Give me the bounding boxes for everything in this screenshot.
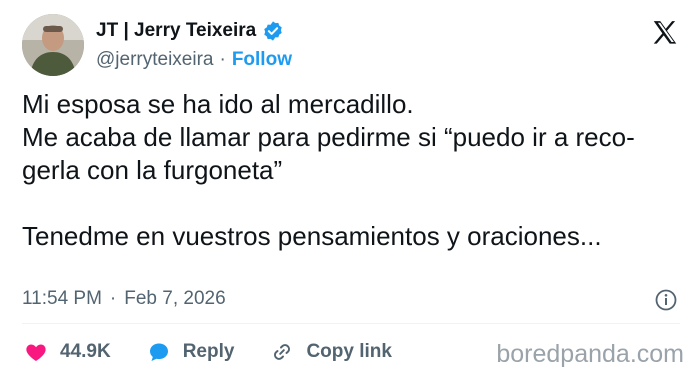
reply-label: Reply [182, 341, 235, 362]
info-icon[interactable] [654, 288, 678, 312]
tweet-meta: 11:54 PM · Feb 7, 2026 [22, 288, 226, 310]
link-icon [274, 344, 291, 360]
verified-badge-icon [264, 21, 282, 41]
follow-button[interactable]: Follow [232, 49, 292, 71]
meta-separator: · [109, 288, 117, 309]
like-count: 44.9K [60, 341, 111, 362]
display-name[interactable]: JT | Jerry Teixeira [96, 20, 256, 42]
reply-button[interactable]: Reply [147, 340, 235, 364]
separator-dot: · [219, 49, 226, 70]
reply-bubble-icon [149, 343, 168, 361]
tweet-date[interactable]: Feb 7, 2026 [124, 288, 225, 310]
copy-link-label: Copy link [306, 341, 392, 362]
action-bar: 44.9K Reply Copy link [24, 340, 428, 364]
copy-link-button[interactable]: Copy link [270, 340, 392, 364]
handle[interactable]: @jerryteixeira [96, 49, 213, 71]
tweet-time[interactable]: 11:54 PM [22, 288, 102, 310]
like-button[interactable]: 44.9K [24, 340, 111, 364]
watermark: boredpanda.com [496, 340, 684, 368]
tweet-header: JT | Jerry Teixeira @jerryteixeira · Fol… [22, 14, 680, 78]
avatar[interactable] [22, 14, 84, 76]
divider [22, 323, 680, 324]
handle-row: @jerryteixeira · Follow [96, 49, 292, 71]
x-logo-icon[interactable] [650, 18, 680, 48]
name-row: JT | Jerry Teixeira [96, 20, 284, 42]
heart-icon [26, 344, 46, 361]
tweet-text: Mi esposa se ha ido al mercadillo. Me ac… [22, 89, 635, 251]
